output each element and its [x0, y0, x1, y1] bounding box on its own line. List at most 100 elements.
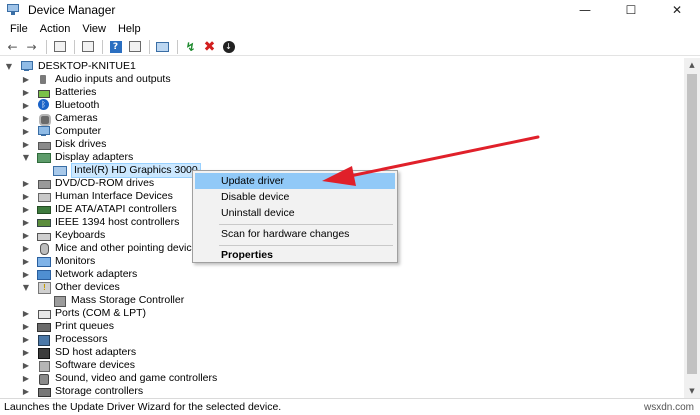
window-title: Device Manager — [28, 3, 116, 17]
expand-chevron-icon[interactable]: ▶ — [21, 179, 31, 188]
minimize-button[interactable]: — — [562, 0, 608, 20]
software-icon — [37, 360, 50, 372]
menu-action[interactable]: Action — [34, 23, 77, 35]
tree-node-mice[interactable]: ▶ Mice and other pointing devices — [21, 242, 203, 255]
tree-node-audio[interactable]: ▶ Audio inputs and outputs — [21, 73, 171, 86]
expand-chevron-icon[interactable]: ▶ — [21, 361, 31, 370]
tree-node-network[interactable]: ▶ Network adapters — [21, 268, 137, 281]
properties-icon — [81, 41, 94, 52]
download-icon: ↓ — [222, 40, 235, 53]
tree-node-ports[interactable]: ▶ Ports (COM & LPT) — [21, 307, 146, 320]
expand-chevron-icon[interactable]: ▶ — [21, 114, 31, 123]
tree-node-storage-controllers[interactable]: ▶ Storage controllers — [21, 385, 143, 398]
tree-node-disk-drives[interactable]: ▶ Disk drives — [21, 138, 106, 151]
context-menu-update-driver[interactable]: Update driver — [195, 173, 395, 189]
expand-chevron-icon[interactable]: ▶ — [21, 231, 31, 240]
warning-device-icon — [53, 295, 66, 307]
tree-node-dvd[interactable]: ▶ DVD/CD-ROM drives — [21, 177, 154, 190]
tree-node-batteries[interactable]: ▶ Batteries — [21, 86, 96, 99]
menu-file[interactable]: File — [4, 23, 34, 35]
context-menu-uninstall-device[interactable]: Uninstall device — [195, 205, 395, 221]
action-pane-icon — [128, 41, 141, 52]
vertical-scrollbar[interactable]: ▲ ▼ — [684, 58, 700, 398]
expand-chevron-icon[interactable]: ▶ — [21, 127, 31, 136]
tree-node-intel-hd-graphics[interactable]: Intel(R) HD Graphics 3000 — [53, 163, 201, 178]
tree-root[interactable]: ▼ DESKTOP-KNITUE1 — [4, 60, 136, 73]
ports-icon — [37, 308, 51, 319]
printer-icon — [37, 321, 51, 332]
network-icon — [37, 269, 51, 280]
sound-icon — [37, 373, 50, 385]
uninstall-device-button[interactable]: ✖ — [201, 39, 218, 55]
properties-button[interactable] — [79, 39, 96, 55]
battery-icon — [37, 87, 50, 98]
tree-node-sound[interactable]: ▶ Sound, video and game controllers — [21, 372, 217, 385]
tree-node-monitors[interactable]: ▶ Monitors — [21, 255, 95, 268]
toolbar-separator — [74, 39, 75, 54]
context-menu-disable-device[interactable]: Disable device — [195, 189, 395, 205]
forward-button[interactable]: → — [23, 39, 40, 55]
tree-node-other-devices[interactable]: ▼ Other devices — [21, 281, 120, 294]
window-controls: — ☐ ✕ — [562, 0, 700, 20]
update-driver-toolbar-button[interactable]: ↯ — [182, 39, 199, 55]
expand-chevron-icon[interactable]: ▶ — [21, 270, 31, 279]
tree-node-sd-host[interactable]: ▶ SD host adapters — [21, 346, 136, 359]
tree-node-software-devices[interactable]: ▶ Software devices — [21, 359, 135, 372]
collapse-chevron-icon[interactable]: ▼ — [21, 153, 31, 162]
context-menu-separator — [219, 224, 393, 225]
scrollbar-thumb[interactable] — [687, 74, 697, 374]
expand-chevron-icon[interactable]: ▶ — [21, 322, 31, 331]
menu-help[interactable]: Help — [112, 23, 147, 35]
expand-chevron-icon[interactable]: ▶ — [21, 257, 31, 266]
menu-bar: File Action View Help — [0, 20, 700, 38]
toolbar-separator — [177, 39, 178, 54]
console-tree-icon — [53, 41, 66, 52]
device-manager-app-icon — [6, 4, 20, 16]
display-adapter-icon — [37, 152, 51, 163]
tree-node-hid[interactable]: ▶ Human Interface Devices — [21, 190, 173, 203]
expand-chevron-icon[interactable]: ▶ — [21, 309, 31, 318]
other-devices-icon — [37, 282, 51, 294]
menu-view[interactable]: View — [76, 23, 112, 35]
enable-device-button[interactable]: ↓ — [220, 39, 237, 55]
close-button[interactable]: ✕ — [654, 0, 700, 20]
action-pane-button[interactable] — [126, 39, 143, 55]
tree-node-ieee1394[interactable]: ▶ IEEE 1394 host controllers — [21, 216, 179, 229]
context-menu-scan-hardware[interactable]: Scan for hardware changes — [195, 226, 395, 242]
expand-chevron-icon[interactable]: ▶ — [21, 335, 31, 344]
collapse-chevron-icon[interactable]: ▼ — [4, 62, 14, 71]
expand-chevron-icon[interactable]: ▶ — [21, 348, 31, 357]
hid-icon — [37, 191, 51, 202]
expand-chevron-icon[interactable]: ▶ — [21, 387, 31, 396]
tree-node-keyboards[interactable]: ▶ Keyboards — [21, 229, 105, 242]
tree-node-mass-storage-controller[interactable]: Mass Storage Controller — [53, 294, 184, 307]
help-button[interactable]: ? — [107, 39, 124, 55]
expand-chevron-icon[interactable]: ▶ — [21, 75, 31, 84]
expand-chevron-icon[interactable]: ▶ — [21, 244, 31, 253]
expand-chevron-icon[interactable]: ▶ — [21, 101, 31, 110]
show-hide-console-tree-button[interactable] — [51, 39, 68, 55]
context-menu-properties[interactable]: Properties — [195, 247, 395, 263]
back-button[interactable]: ← — [4, 39, 21, 55]
tree-node-computer[interactable]: ▶ Computer — [21, 125, 101, 138]
expand-chevron-icon[interactable]: ▶ — [21, 218, 31, 227]
expand-chevron-icon[interactable]: ▶ — [21, 88, 31, 97]
expand-chevron-icon[interactable]: ▶ — [21, 205, 31, 214]
collapse-chevron-icon[interactable]: ▼ — [21, 283, 31, 292]
tree-node-processors[interactable]: ▶ Processors — [21, 333, 108, 346]
expand-chevron-icon[interactable]: ▶ — [21, 192, 31, 201]
expand-chevron-icon[interactable]: ▶ — [21, 140, 31, 149]
scroll-down-arrow-icon[interactable]: ▼ — [684, 384, 700, 398]
expand-chevron-icon[interactable]: ▶ — [21, 374, 31, 383]
tree-node-cameras[interactable]: ▶ Cameras — [21, 112, 98, 126]
processor-icon — [37, 334, 50, 346]
scroll-up-arrow-icon[interactable]: ▲ — [684, 58, 700, 72]
maximize-button[interactable]: ☐ — [608, 0, 654, 20]
tree-node-bluetooth[interactable]: ▶ Bluetooth — [21, 99, 99, 112]
tree-node-ide[interactable]: ▶ IDE ATA/ATAPI controllers — [21, 203, 177, 216]
scan-hardware-button[interactable] — [154, 39, 171, 55]
tree-node-print-queues[interactable]: ▶ Print queues — [21, 320, 114, 333]
mouse-icon — [37, 243, 50, 255]
watermark: wsxdn.com — [643, 402, 694, 413]
keyboard-icon — [37, 230, 51, 241]
